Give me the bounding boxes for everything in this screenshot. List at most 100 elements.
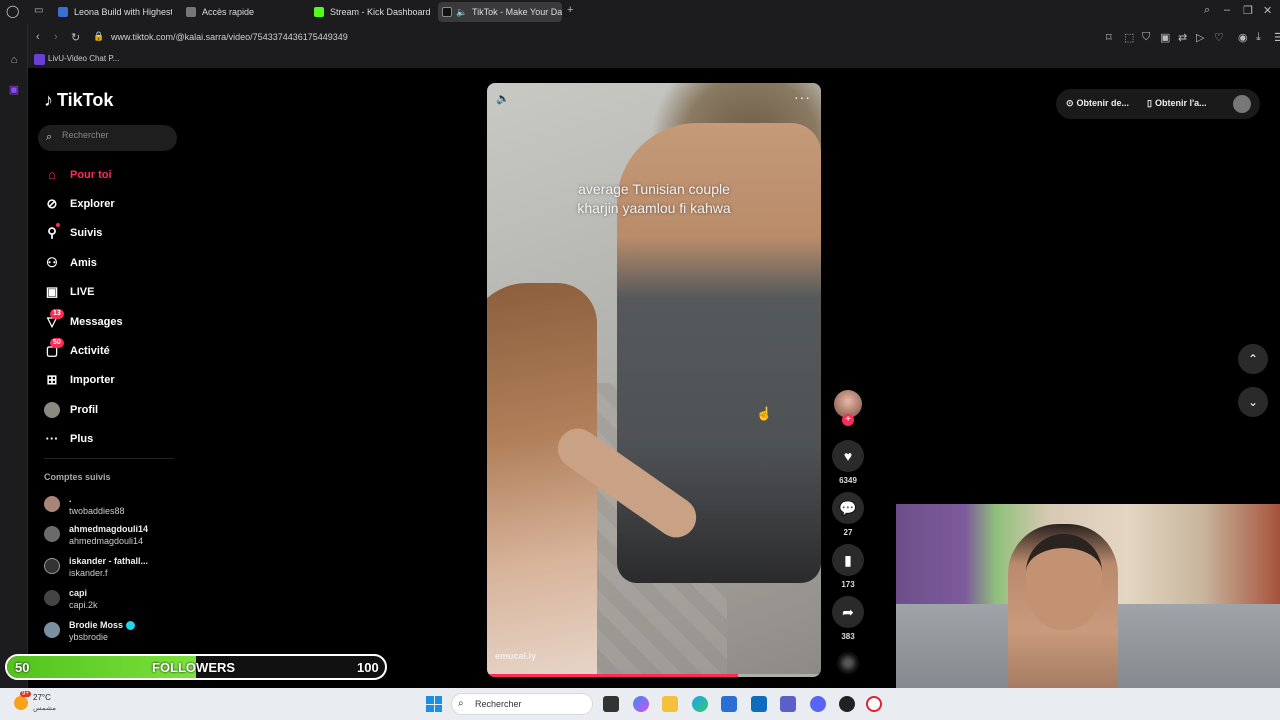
- following-account[interactable]: capi capi.2k: [44, 588, 184, 614]
- player-icon[interactable]: ▷: [1196, 31, 1204, 44]
- tab-acces-rapide[interactable]: Accès rapide: [182, 2, 302, 22]
- tiktok-logo[interactable]: ♪ TikTok: [44, 90, 113, 111]
- share-count: 383: [841, 632, 855, 641]
- nav-friends[interactable]: ⚇ Amis: [44, 248, 184, 277]
- tab-kick-dashboard[interactable]: Stream - Kick Dashboard: [310, 2, 434, 22]
- nav-messages[interactable]: ▽ 13 Messages: [44, 307, 184, 336]
- following-account[interactable]: . twobaddies88: [44, 494, 184, 520]
- share-button[interactable]: ➦: [832, 596, 864, 628]
- heart-icon: ♥: [843, 448, 853, 464]
- vpn-icon[interactable]: ⛉: [1142, 31, 1150, 44]
- search-input[interactable]: [62, 130, 170, 140]
- music-disc-icon[interactable]: [837, 652, 859, 674]
- nav-activity[interactable]: ▢ 50 Activité: [44, 336, 184, 365]
- nav-upload[interactable]: ⊞ Importer: [44, 366, 184, 395]
- video-watermark: emucal.ly: [495, 651, 537, 661]
- start-icon[interactable]: [426, 696, 442, 712]
- account-handle: ahmedmagdouli14: [69, 536, 144, 546]
- get-coins-button[interactable]: ⊙ Obtenir de...: [1066, 98, 1129, 109]
- volume-icon[interactable]: 🔈: [496, 92, 510, 105]
- video-progress-bar[interactable]: [487, 674, 821, 677]
- save-button[interactable]: ▮: [832, 544, 864, 576]
- bookmark-icon: ▮: [844, 552, 852, 568]
- comment-count: 27: [843, 528, 853, 537]
- copilot-icon[interactable]: [633, 696, 649, 712]
- tab-leona[interactable]: Leona Build with Highest: [54, 2, 172, 22]
- twitch-icon[interactable]: ▣: [6, 82, 22, 98]
- snapshot-icon[interactable]: ⬚: [1124, 31, 1134, 44]
- screenshot-icon[interactable]: ▣: [1160, 31, 1170, 44]
- notification-dot: [56, 223, 60, 228]
- followers-goal: 100: [357, 660, 379, 675]
- forward-icon[interactable]: ›: [54, 31, 58, 43]
- nav-explore[interactable]: ⊘ Explorer: [44, 189, 184, 218]
- translate-icon[interactable]: ⇄: [1178, 31, 1187, 44]
- nav-label: Profil: [70, 403, 99, 416]
- heart-icon[interactable]: ♡: [1214, 31, 1224, 44]
- follow-button[interactable]: +: [842, 414, 854, 426]
- nav-label: Messages: [70, 315, 123, 328]
- url-field[interactable]: www.tiktok.com/@kalai.sarra/video/754337…: [111, 32, 348, 42]
- following-account[interactable]: ahmedmagdouli14 ahmedmagdouli14: [44, 524, 184, 550]
- followers-goal-bar: 50 FOLLOWERS 100: [5, 654, 387, 680]
- nav-label: Suivis: [70, 227, 103, 240]
- home-icon: ⌂: [48, 166, 56, 182]
- bookmark-page-icon[interactable]: ⌑: [1106, 31, 1112, 44]
- back-icon[interactable]: ‹: [36, 31, 40, 43]
- search-icon: ⌕: [458, 698, 464, 709]
- edge-icon[interactable]: [692, 696, 708, 712]
- like-button[interactable]: ♥: [832, 440, 864, 472]
- nav-following[interactable]: ⚲ Suivis: [44, 219, 184, 248]
- nav-label: Pour toi: [70, 168, 112, 181]
- sun-icon: [14, 696, 28, 710]
- menu-icon[interactable]: ☰: [1274, 31, 1280, 44]
- avatar: [44, 558, 60, 574]
- previous-video-button[interactable]: ⌃: [1238, 344, 1268, 374]
- weather-condition: مشمس: [33, 705, 56, 712]
- video-player[interactable]: average Tunisian couple kharjin yaamlou …: [487, 83, 821, 677]
- speaker-icon[interactable]: 🔈: [456, 2, 467, 22]
- next-video-button[interactable]: ⌄: [1238, 387, 1268, 417]
- nav-profile[interactable]: Profil: [44, 395, 184, 424]
- get-app-button[interactable]: ▯ Obtenir l'a...: [1147, 98, 1207, 109]
- user-avatar[interactable]: [1233, 95, 1251, 113]
- like-count: 6349: [839, 476, 857, 485]
- tab-tiktok[interactable]: 🔈 TikTok - Make Your Da: [438, 2, 562, 22]
- nav-for-you[interactable]: ⌂ Pour toi: [44, 160, 184, 189]
- search-box[interactable]: ⌕: [38, 125, 177, 151]
- tab-overview-icon[interactable]: ▭: [34, 5, 43, 16]
- bookmark-livu[interactable]: LivU-Video Chat P...: [34, 54, 119, 65]
- restore-button[interactable]: ❐: [1243, 4, 1253, 17]
- opera-icon[interactable]: [866, 696, 882, 712]
- following-account[interactable]: Brodie Moss ybsbrodie: [44, 620, 184, 646]
- browser-tab-bar: ◯ ▭ Leona Build with Highest Accès rapid…: [0, 0, 1280, 24]
- minimize-button[interactable]: –: [1224, 4, 1230, 16]
- task-view-icon[interactable]: [603, 696, 619, 712]
- obs-icon[interactable]: [839, 696, 855, 712]
- more-options-icon[interactable]: ···: [794, 89, 811, 105]
- following-account[interactable]: iskander - fathall... iskander.f: [44, 556, 184, 582]
- comment-button[interactable]: 💬: [832, 492, 864, 524]
- more-icon: ···: [45, 431, 59, 447]
- friends-icon: ⚇: [46, 254, 58, 270]
- nav-label: Activité: [70, 345, 110, 358]
- teams-icon[interactable]: [780, 696, 796, 712]
- nav-more[interactable]: ··· Plus: [44, 425, 184, 454]
- opera-logo-icon[interactable]: ◯: [6, 4, 19, 18]
- discord-icon[interactable]: [810, 696, 826, 712]
- new-tab-button[interactable]: +: [567, 4, 573, 16]
- download-icon[interactable]: ⤓: [1256, 31, 1261, 44]
- nav-live[interactable]: ▣ LIVE: [44, 278, 184, 307]
- close-window-button[interactable]: ✕: [1263, 4, 1272, 17]
- reload-icon[interactable]: ↻: [71, 31, 80, 44]
- hand-cursor-icon: ☝: [756, 406, 773, 421]
- mail-icon[interactable]: [751, 696, 767, 712]
- store-icon[interactable]: [721, 696, 737, 712]
- file-explorer-icon[interactable]: [662, 696, 678, 712]
- account-icon[interactable]: ◉: [1238, 31, 1248, 44]
- lock-icon: 🔒: [93, 31, 105, 41]
- taskbar-search[interactable]: ⌕ Rechercher: [451, 693, 593, 715]
- workspaces-icon[interactable]: ⌂: [6, 52, 22, 68]
- account-handle: twobaddies88: [69, 506, 125, 516]
- search-tabs-icon[interactable]: ⌕: [1204, 4, 1210, 17]
